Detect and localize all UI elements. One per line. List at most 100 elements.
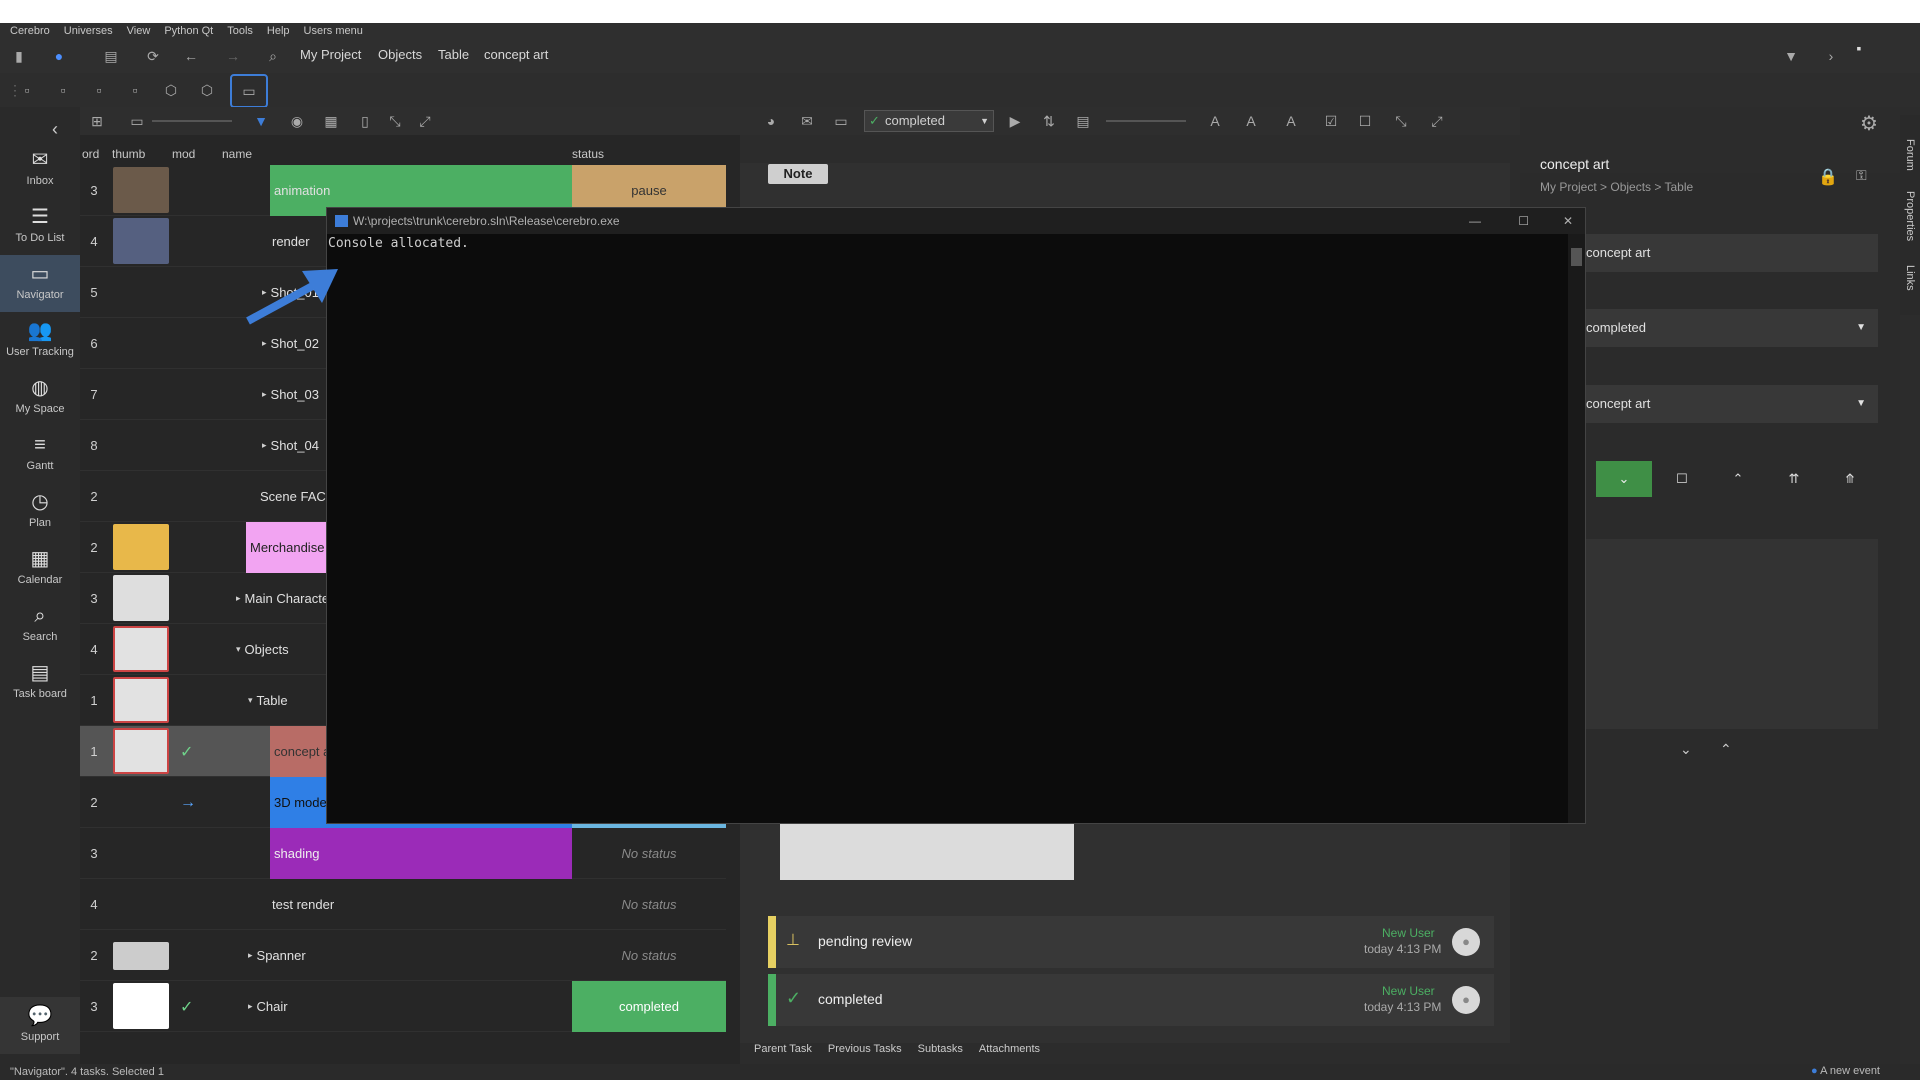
eye-icon[interactable]: ◉ [286, 110, 308, 132]
sidebar-item-user-tracking[interactable]: 👥 User Tracking [0, 312, 80, 369]
lock-icon[interactable]: 🔒 [1818, 167, 1838, 187]
scroll-thumb[interactable] [1571, 248, 1582, 266]
priority-highest-icon[interactable]: ⤊ [1830, 461, 1870, 497]
side-tab-properties[interactable]: Properties [1904, 191, 1916, 241]
menu-users[interactable]: Users menu [304, 25, 363, 37]
chevron-down-icon[interactable]: ⌄ [1680, 741, 1692, 758]
description-box[interactable] [1570, 539, 1878, 729]
breadcrumb-concept-art[interactable]: concept art [484, 47, 548, 62]
col-status[interactable]: status [572, 147, 604, 161]
chevron-up-icon[interactable]: ⌃ [1720, 741, 1732, 758]
priority-selected-button[interactable]: ⌄ [1596, 461, 1652, 497]
status-select[interactable]: ✓ completed ▼ [864, 110, 994, 132]
history-item[interactable]: ⊥ pending review New User today 4:13 PM … [768, 916, 1494, 968]
priority-high-icon[interactable]: ⌃ [1718, 461, 1758, 497]
tool-1-icon[interactable]: ▫ [16, 79, 38, 101]
sidebar-item-todo[interactable]: ☰ To Do List [0, 198, 80, 255]
maximize-icon[interactable]: ☐ [1518, 208, 1529, 234]
thumbnail-size-icon[interactable]: ▭ [126, 110, 148, 132]
activity-dropdown[interactable]: concept art ▼ [1560, 385, 1878, 423]
console-scrollbar[interactable] [1568, 234, 1585, 823]
sidebar-item-plan[interactable]: ◷ Plan [0, 483, 80, 540]
dropdown-triangle-icon[interactable]: ▼ [1780, 45, 1802, 67]
menu-help[interactable]: Help [267, 25, 290, 37]
sidebar-item-gantt[interactable]: ≡ Gantt [0, 426, 80, 483]
history-item[interactable]: ✓ completed New User today 4:13 PM ● [768, 974, 1494, 1026]
sidebar-item-search[interactable]: ⌕ Search [0, 597, 80, 654]
panel-toggle-icon[interactable]: ▮ [8, 45, 30, 67]
close-icon[interactable]: ✕ [1563, 208, 1573, 234]
monitor-icon[interactable]: ▭ [830, 110, 852, 132]
document-icon[interactable]: ▯ [354, 110, 376, 132]
tool-2-icon[interactable]: ▫ [52, 79, 74, 101]
tab-attachments[interactable]: Attachments [979, 1043, 1040, 1055]
priority-normal-icon[interactable]: ☐ [1662, 461, 1702, 497]
console-titlebar[interactable]: W:\projects\trunk\cerebro.sln\Release\ce… [327, 208, 1585, 234]
table-row[interactable]: 3 ✓ ▸ Chair completed [80, 981, 726, 1032]
minimize-icon[interactable]: — [1469, 208, 1481, 234]
col-mod[interactable]: mod [172, 147, 195, 161]
status-dropdown[interactable]: completed ▼ [1560, 309, 1878, 347]
chevron-right-icon[interactable]: › [1820, 45, 1842, 67]
breadcrumb-project[interactable]: My Project [300, 47, 361, 62]
play-icon[interactable]: ▶ [1004, 110, 1026, 132]
hierarchy-icon[interactable]: ⊞ [86, 110, 108, 132]
table-row[interactable]: 4 test render No status [80, 879, 726, 930]
table-row[interactable]: 2 ▸ Spanner No status [80, 930, 726, 981]
breadcrumb-objects[interactable]: Objects [378, 47, 422, 62]
console-output[interactable]: Console allocated. [327, 234, 1569, 823]
zoom-slider[interactable] [1106, 120, 1186, 122]
forward-arrow-icon[interactable]: → [222, 45, 244, 67]
filter-icon[interactable]: ▼ [250, 110, 272, 132]
font-icon[interactable]: A [1280, 110, 1302, 132]
sort-icon[interactable]: ⇅ [1038, 110, 1060, 132]
col-thumb[interactable]: thumb [112, 147, 145, 161]
collapse-icon[interactable]: ⤡ [384, 110, 406, 132]
support-button[interactable]: 💬 Support [0, 997, 80, 1054]
window-handle-icon[interactable]: ▪ [1848, 37, 1870, 59]
menu-cerebro[interactable]: Cerebro [10, 25, 50, 37]
checkbox-icon[interactable]: ☐ [1354, 110, 1376, 132]
expand-icon[interactable]: ⤢ [1426, 110, 1448, 132]
collapse-sidebar-icon[interactable]: ‹ [52, 119, 58, 140]
new-event-notice[interactable]: ● A new event [1811, 1065, 1880, 1077]
lightbulb-icon[interactable]: ● [48, 45, 70, 67]
film-icon[interactable]: ▤ [1072, 110, 1094, 132]
tool-4-icon[interactable]: ▫ [124, 79, 146, 101]
sidebar-item-task-board[interactable]: ▤ Task board [0, 654, 80, 711]
tool-5-icon[interactable]: ⬡ [160, 79, 182, 101]
font-decrease-icon[interactable]: A [1240, 110, 1262, 132]
tab-previous-tasks[interactable]: Previous Tasks [828, 1043, 902, 1055]
key-icon[interactable]: ⚿ [1856, 167, 1867, 184]
col-name[interactable]: name [222, 147, 252, 161]
font-increase-icon[interactable]: A [1204, 110, 1226, 132]
settings-gear-icon[interactable]: ⚙ [1856, 110, 1882, 136]
menu-view[interactable]: View [127, 25, 151, 37]
side-tab-links[interactable]: Links [1904, 265, 1916, 291]
side-tab-forum[interactable]: Forum [1904, 139, 1916, 171]
breadcrumb-table[interactable]: Table [438, 47, 469, 62]
back-arrow-icon[interactable]: ← [180, 45, 202, 67]
thumbnail-slider[interactable] [152, 120, 232, 122]
table-row[interactable]: 3 shading No status [80, 828, 726, 879]
console-button-icon[interactable]: ▭ [230, 74, 268, 108]
sidebar-item-navigator[interactable]: ▭ Navigator [0, 255, 80, 312]
sidebar-item-my-space[interactable]: ◍ My Space [0, 369, 80, 426]
menu-universes[interactable]: Universes [64, 25, 113, 37]
name-field[interactable]: concept art [1560, 234, 1878, 272]
sidebar-item-calendar[interactable]: ▦ Calendar [0, 540, 80, 597]
note-tab[interactable]: Note [768, 164, 828, 184]
console-window[interactable]: W:\projects\trunk\cerebro.sln\Release\ce… [326, 207, 1586, 824]
menu-tools[interactable]: Tools [227, 25, 253, 37]
collapse-icon[interactable]: ⤡ [1390, 110, 1412, 132]
search-icon[interactable]: ⌕ [262, 45, 284, 67]
menu-python-qt[interactable]: Python Qt [164, 25, 213, 37]
col-ord[interactable]: ord [82, 147, 99, 161]
expand-icon[interactable]: ⤢ [414, 110, 436, 132]
bee-icon[interactable]: ◕ [760, 110, 782, 132]
refresh-icon[interactable]: ⟳ [142, 45, 164, 67]
layout-icon[interactable]: ▤ [100, 45, 122, 67]
sidebar-item-inbox[interactable]: ✉ Inbox [0, 141, 80, 198]
grid-icon[interactable]: ▦ [320, 110, 342, 132]
mail-icon[interactable]: ✉ [796, 110, 818, 132]
